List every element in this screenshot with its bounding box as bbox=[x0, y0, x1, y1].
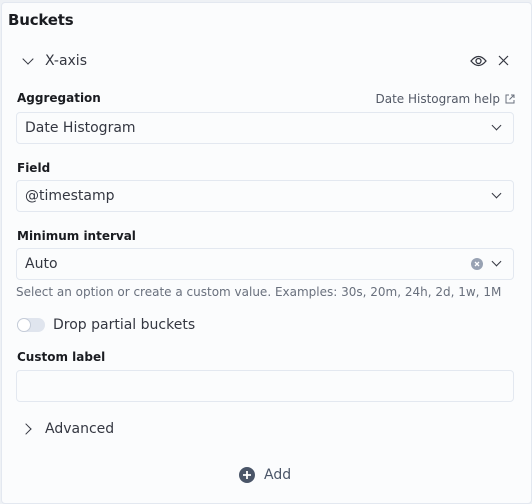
interval-help-text: Select an option or create a custom valu… bbox=[16, 285, 502, 299]
plus-circle-icon bbox=[239, 467, 255, 483]
minimum-interval-combobox[interactable]: Auto bbox=[16, 248, 514, 280]
chevron-down-icon[interactable] bbox=[491, 256, 502, 267]
aggregation-select[interactable]: Date Histogram bbox=[16, 112, 514, 144]
aggregation-value: Date Histogram bbox=[25, 120, 136, 136]
aggregation-label: Aggregation bbox=[17, 91, 101, 105]
drop-partial-buckets-switch[interactable] bbox=[17, 318, 45, 332]
panel-title: Buckets bbox=[8, 11, 74, 29]
field-value: @timestamp bbox=[25, 188, 115, 204]
chevron-down-icon bbox=[491, 188, 502, 199]
clear-icon[interactable] bbox=[471, 258, 483, 270]
custom-label-input[interactable] bbox=[16, 370, 514, 402]
add-label: Add bbox=[264, 467, 292, 483]
close-icon[interactable] bbox=[498, 55, 509, 66]
field-label: Field bbox=[17, 161, 51, 175]
chevron-down-icon bbox=[491, 120, 502, 131]
add-button[interactable]: Add bbox=[239, 467, 291, 483]
switch-knob bbox=[17, 318, 31, 332]
minimum-interval-label: Minimum interval bbox=[17, 229, 136, 243]
advanced-label: Advanced bbox=[45, 421, 115, 437]
external-link-icon bbox=[505, 94, 515, 104]
custom-label-label: Custom label bbox=[17, 350, 106, 364]
bucket-name: X-axis bbox=[45, 53, 87, 69]
eye-icon[interactable] bbox=[470, 54, 487, 68]
field-select[interactable]: @timestamp bbox=[16, 180, 514, 212]
drop-partial-buckets-label[interactable]: Drop partial buckets bbox=[53, 317, 195, 333]
interval-value: Auto bbox=[25, 256, 58, 272]
date-histogram-help-link[interactable]: Date Histogram help bbox=[376, 92, 516, 106]
chevron-down-icon[interactable] bbox=[22, 53, 34, 65]
bucket-accordion-header[interactable]: X-axis bbox=[16, 50, 516, 74]
advanced-toggle[interactable]: Advanced bbox=[16, 418, 216, 440]
help-link-text[interactable]: Date Histogram help bbox=[376, 92, 501, 106]
chevron-right-icon bbox=[20, 423, 32, 435]
